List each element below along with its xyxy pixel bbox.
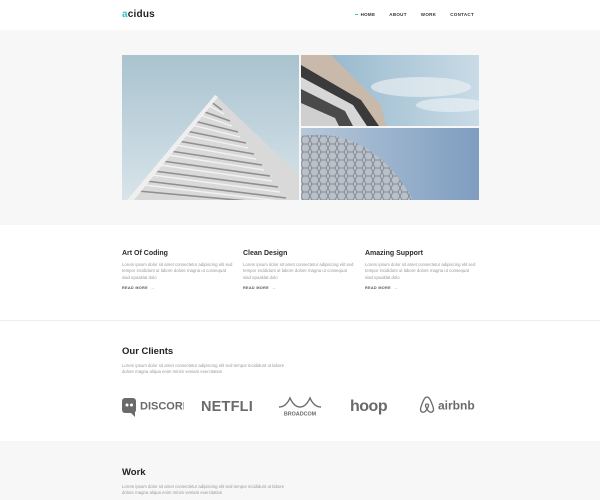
netflix-wordmark: NETFLIX xyxy=(201,399,253,415)
arrow-right-icon: → xyxy=(270,285,277,292)
feature-card: Art Of Coding Lorem ipsum dolor sit amet… xyxy=(122,250,234,292)
feature-text: Lorem ipsum dolor sit amet consectetur a… xyxy=(122,262,233,280)
active-indicator xyxy=(354,14,358,15)
hero-gallery xyxy=(122,55,479,200)
nav-item-about[interactable]: ABOUT xyxy=(389,12,407,17)
read-more-label: READ MORE xyxy=(243,286,269,291)
feature-card: Amazing Support Lorem ipsum dolor sit am… xyxy=(365,250,477,292)
airbnb-logo: airbnb xyxy=(419,392,479,418)
read-more-link[interactable]: READ MORE → xyxy=(122,285,234,292)
client-logos: DISCORD NETFLIX BROADCOM hoop airbnb xyxy=(122,392,480,418)
features-section: Art Of Coding Lorem ipsum dolor sit amet… xyxy=(122,250,482,300)
feature-title: Art Of Coding xyxy=(122,250,168,257)
feature-text: Lorem ipsum dolor sit amet consectetur a… xyxy=(243,262,354,280)
feature-title: Amazing Support xyxy=(365,250,423,257)
nav-label: WORK xyxy=(420,12,437,17)
nav-item-home[interactable]: HOME xyxy=(354,12,376,17)
main-nav: HOME ABOUT WORK CONTACT xyxy=(354,12,474,17)
broadcom-wordmark: BROADCOM xyxy=(284,412,317,418)
hoop-logo: hoop xyxy=(350,392,398,418)
section-divider xyxy=(0,320,600,321)
arrow-right-icon: → xyxy=(392,285,399,292)
work-heading: Work xyxy=(122,467,146,478)
nav-label: ABOUT xyxy=(389,12,407,17)
work-text: Lorem ipsum dolor sit amet consectetur a… xyxy=(122,484,285,496)
read-more-link[interactable]: READ MORE → xyxy=(243,285,355,292)
hero-image-facade xyxy=(301,55,479,126)
read-more-link[interactable]: READ MORE → xyxy=(365,285,477,292)
site-logo[interactable]: acidus xyxy=(122,9,155,20)
hero-image-dome xyxy=(301,128,479,200)
nav-item-contact[interactable]: CONTACT xyxy=(450,12,474,17)
discord-logo: DISCORD xyxy=(122,392,184,418)
nav-item-work[interactable]: WORK xyxy=(421,12,436,17)
clients-heading: Our Clients xyxy=(122,346,174,357)
nav-label: CONTACT xyxy=(450,12,474,17)
hero-image-building xyxy=(122,55,299,200)
read-more-label: READ MORE xyxy=(122,286,148,291)
read-more-label: READ MORE xyxy=(365,286,391,291)
site-header: acidus HOME ABOUT WORK CONTACT xyxy=(0,0,600,30)
logo-text: cidus xyxy=(127,9,155,20)
discord-wordmark: DISCORD xyxy=(140,401,184,413)
work-section xyxy=(0,441,600,500)
airbnb-wordmark: airbnb xyxy=(438,399,475,413)
broadcom-logo: BROADCOM xyxy=(276,392,324,418)
netflix-logo: NETFLIX xyxy=(201,392,253,418)
clients-text: Lorem ipsum dolor sit amet consectetur a… xyxy=(122,363,285,375)
feature-text: Lorem ipsum dolor sit amet consectetur a… xyxy=(365,262,476,280)
arrow-right-icon: → xyxy=(149,285,156,292)
nav-label: HOME xyxy=(360,12,376,17)
feature-card: Clean Design Lorem ipsum dolor sit amet … xyxy=(243,250,355,292)
feature-title: Clean Design xyxy=(243,250,288,257)
hoop-wordmark: hoop xyxy=(350,398,388,415)
